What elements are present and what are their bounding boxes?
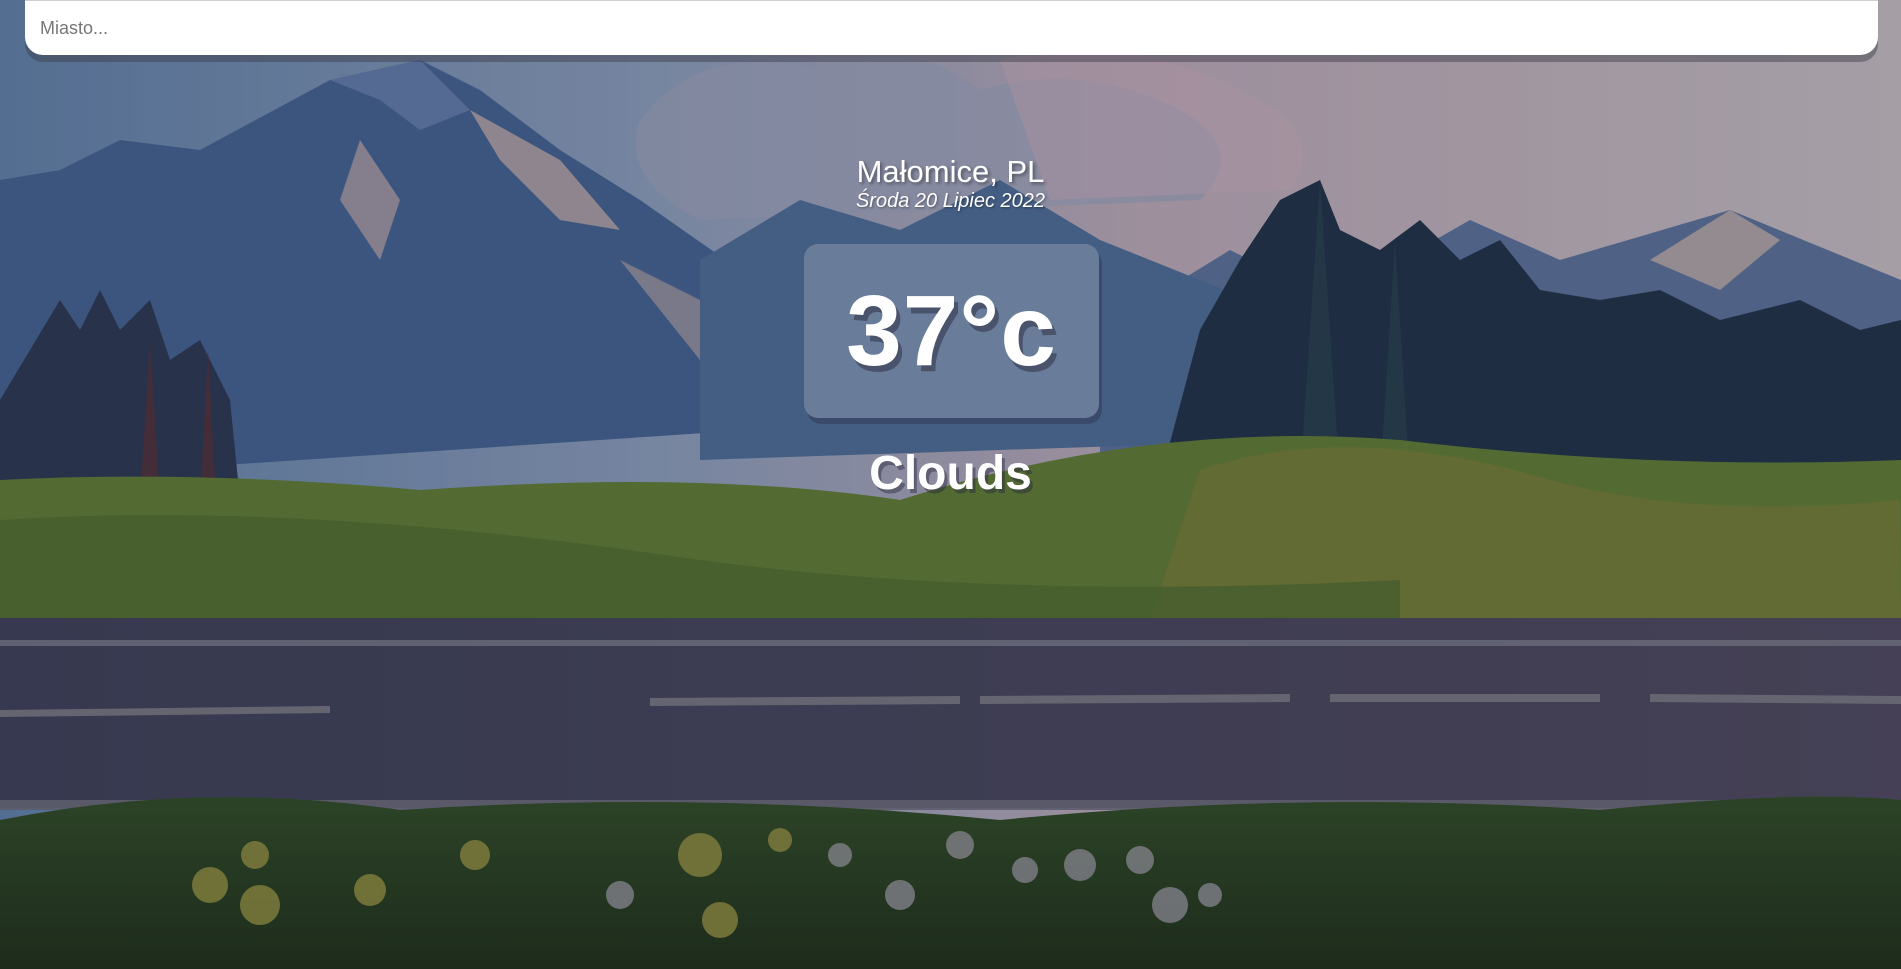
city-search-input[interactable] xyxy=(25,1,1878,55)
location-name: Małomice, PL xyxy=(856,154,1045,189)
search-bar[interactable] xyxy=(25,0,1878,55)
temperature-card: 37°c xyxy=(804,244,1099,418)
temperature-value: 37°c xyxy=(846,274,1057,387)
current-date: Środa 20 Lipiec 2022 xyxy=(855,190,1046,212)
weather-condition: Clouds xyxy=(869,447,1032,500)
